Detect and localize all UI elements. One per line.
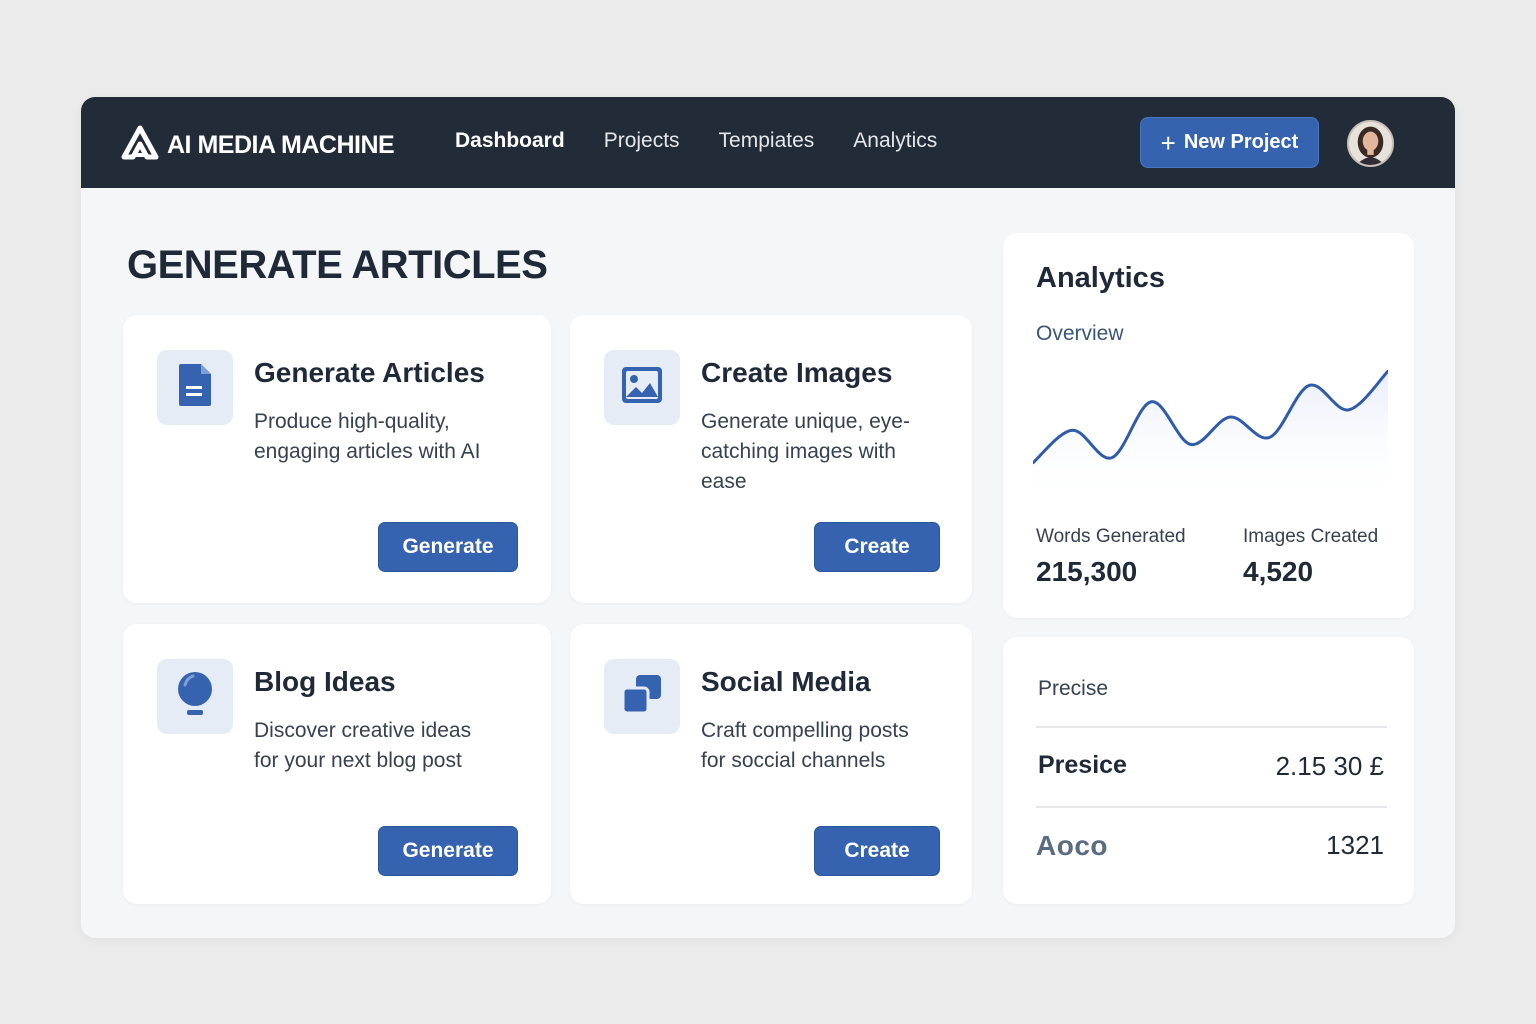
document-icon bbox=[177, 362, 213, 413]
card-description: Produce high-quality, engaging articles … bbox=[254, 410, 481, 463]
triangle-a-logo-icon bbox=[121, 125, 159, 166]
precise-row-value: 2.15 30 £ bbox=[1275, 751, 1384, 781]
avatar[interactable] bbox=[1347, 120, 1394, 167]
blog-ideas-card: Blog Ideas Discover creative ideas for y… bbox=[123, 624, 551, 904]
chat-bubbles-icon bbox=[620, 672, 664, 721]
words-generated-label: Words Generated bbox=[1036, 526, 1186, 547]
generate-articles-button[interactable]: Generate bbox=[378, 522, 518, 572]
nav-item-templates[interactable]: Tempiates bbox=[719, 129, 815, 153]
generate-articles-card: Generate Articles Produce high-quality, … bbox=[123, 315, 551, 603]
plus-icon: + bbox=[1160, 127, 1176, 158]
main-nav: Dashboard Projects Tempiates Analytics bbox=[455, 129, 976, 153]
card-description: Craft compelling posts for soccial chann… bbox=[701, 719, 909, 772]
images-created-label: Images Created bbox=[1243, 526, 1379, 547]
nav-item-dashboard[interactable]: Dashboard bbox=[455, 129, 565, 153]
image-icon bbox=[620, 365, 664, 410]
app-window: AI MEDIA MACHINE Dashboard Projects Temp… bbox=[81, 97, 1455, 938]
create-images-card: Create Images Generate unique, eye-catch… bbox=[570, 315, 972, 603]
precise-heading: Precise bbox=[1038, 677, 1109, 700]
card-title: Social Media bbox=[701, 666, 871, 697]
analytics-panel: Analytics Overview Words Generated 215,3… bbox=[1003, 233, 1414, 618]
images-created-value: 4,520 bbox=[1243, 556, 1314, 587]
create-images-button[interactable]: Create bbox=[814, 522, 940, 572]
divider bbox=[1036, 806, 1387, 808]
card-description: Generate unique, eye-catching images wit… bbox=[701, 410, 910, 493]
precise-row-label: Presice bbox=[1038, 751, 1127, 779]
card-icon-box bbox=[157, 350, 233, 425]
card-description: Discover creative ideas for your next bl… bbox=[254, 719, 472, 772]
app-logo[interactable]: AI MEDIA MACHINE bbox=[121, 125, 395, 166]
nav-item-projects[interactable]: Projects bbox=[604, 129, 680, 153]
card-title: Create Images bbox=[701, 357, 893, 388]
divider bbox=[1036, 726, 1387, 728]
words-generated-value: 215,300 bbox=[1036, 556, 1138, 587]
overview-line-chart bbox=[1033, 369, 1388, 503]
new-project-button[interactable]: + New Project bbox=[1140, 117, 1319, 168]
nav-item-analytics[interactable]: Analytics bbox=[853, 129, 937, 153]
card-icon-box bbox=[604, 350, 680, 425]
blog-ideas-generate-button[interactable]: Generate bbox=[378, 826, 518, 876]
new-project-label: New Project bbox=[1183, 131, 1299, 153]
aoco-logo: Aoco bbox=[1036, 830, 1108, 861]
page-title: GENERATE ARTICLES bbox=[127, 243, 548, 287]
card-title: Generate Articles bbox=[254, 357, 485, 388]
analytics-overview-label: Overview bbox=[1036, 322, 1124, 345]
social-media-create-button[interactable]: Create bbox=[814, 826, 940, 876]
aoco-row-value: 1321 bbox=[1326, 830, 1384, 860]
social-media-card: Social Media Craft compelling posts for … bbox=[570, 624, 972, 904]
card-icon-box bbox=[604, 659, 680, 734]
analytics-title: Analytics bbox=[1036, 262, 1165, 294]
top-navbar: AI MEDIA MACHINE Dashboard Projects Temp… bbox=[81, 97, 1455, 188]
lightbulb-icon bbox=[175, 670, 215, 723]
card-title: Blog Ideas bbox=[254, 666, 396, 697]
app-name: AI MEDIA MACHINE bbox=[167, 131, 395, 159]
card-icon-box bbox=[157, 659, 233, 734]
precise-panel: Precise Presice 2.15 30 £ Aoco 1321 bbox=[1003, 637, 1414, 904]
